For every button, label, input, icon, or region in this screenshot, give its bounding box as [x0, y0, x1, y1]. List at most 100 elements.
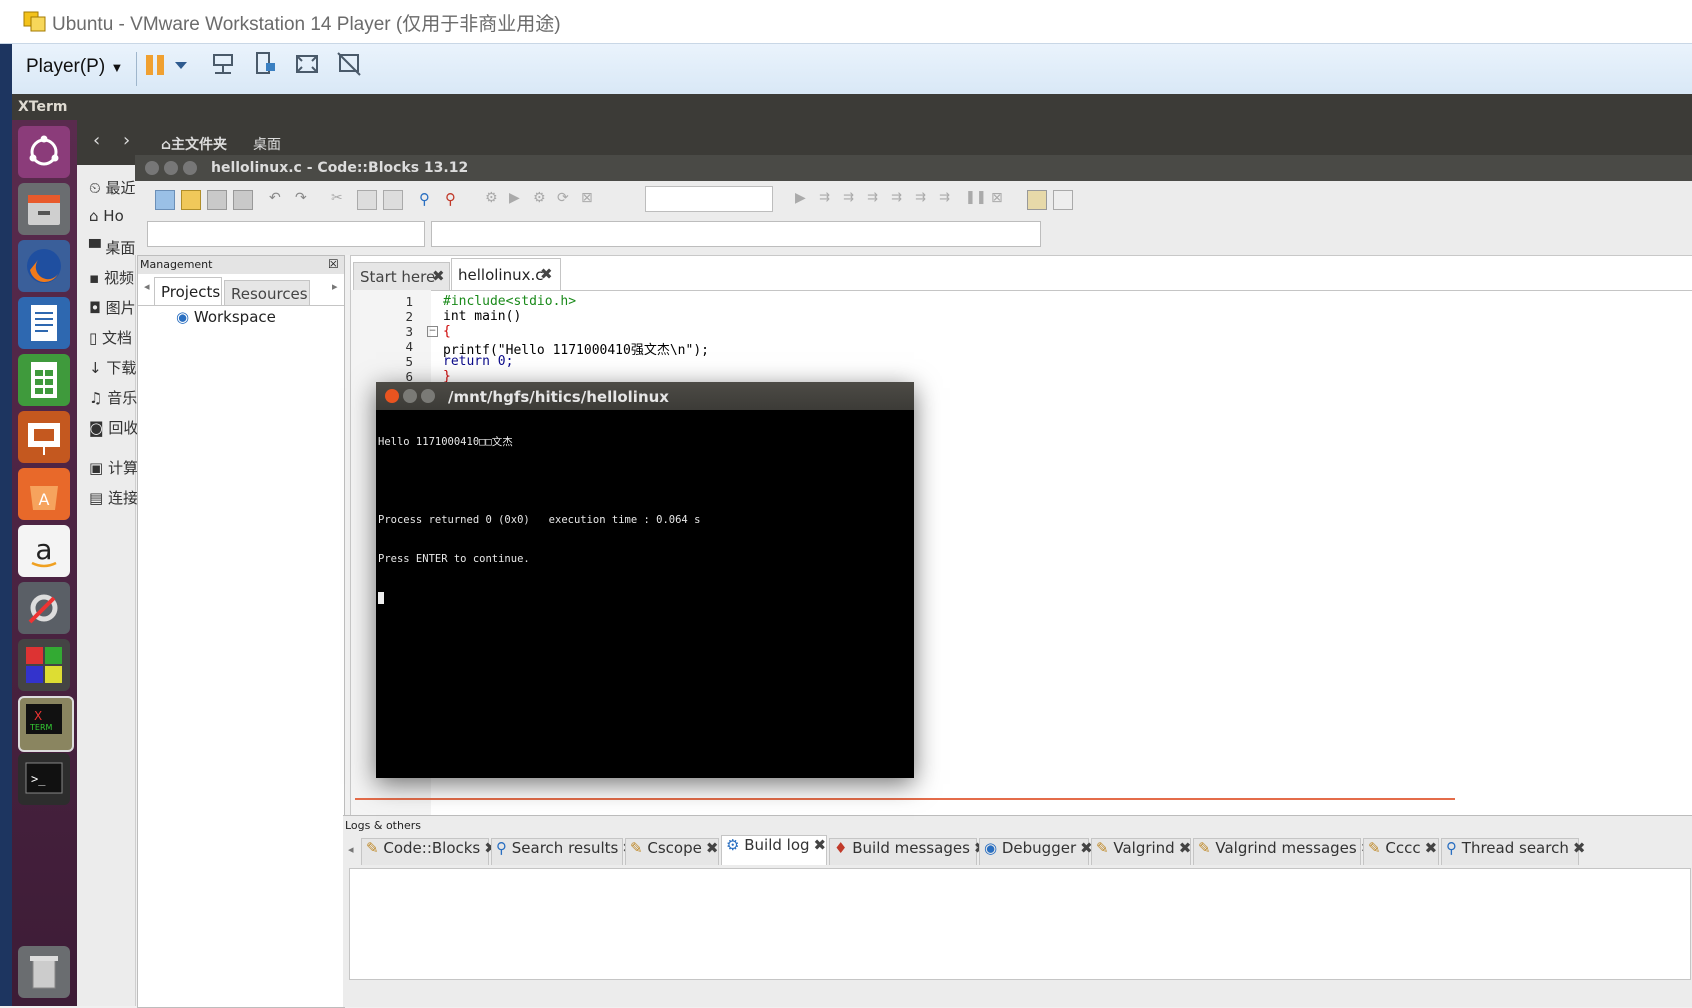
tab-valgrind-messages[interactable]: ✎ Valgrind messages✖ — [1193, 838, 1373, 865]
tab-build-log[interactable]: ⚙ Build log ✖ — [721, 835, 827, 865]
pause-icon[interactable] — [140, 50, 170, 80]
amazon-icon[interactable]: a — [18, 525, 70, 577]
close-button[interactable] — [145, 161, 159, 175]
sidebar-item-pictures[interactable]: ◘ 图片 — [89, 297, 136, 318]
debug-next-instruction-icon[interactable]: ⇉ — [915, 190, 933, 208]
code-line[interactable]: #include<stdio.h> — [443, 294, 576, 309]
tab-start-here[interactable]: Start here ✖ — [353, 262, 450, 291]
close-button[interactable] — [385, 389, 399, 403]
build-run-icon[interactable]: ⚙ — [533, 190, 551, 208]
minimize-button[interactable] — [403, 389, 417, 403]
tab-thread-search[interactable]: ⚲ Thread search ✖ — [1441, 838, 1585, 865]
close-icon[interactable]: ✖ — [1179, 839, 1192, 857]
removable-devices-icon[interactable] — [250, 49, 280, 79]
ubuntu-dash-icon[interactable] — [18, 126, 70, 178]
new-file-icon[interactable] — [155, 190, 175, 210]
debug-step-instruction-icon[interactable]: ⇉ — [939, 190, 957, 208]
find-icon[interactable]: ⚲ — [419, 190, 437, 208]
path-home[interactable]: ⌂主文件夹 — [161, 134, 227, 154]
debug-pause-icon[interactable]: ❚❚ — [965, 190, 987, 208]
close-icon[interactable]: ✖ — [1573, 839, 1586, 857]
calc-icon[interactable] — [18, 354, 70, 406]
tabs-scroll-right-icon[interactable]: ▸ — [332, 280, 338, 293]
tab-search-results[interactable]: ⚲ Search results✖ — [491, 838, 635, 865]
close-icon[interactable]: ✖ — [814, 836, 827, 854]
rebuild-icon[interactable]: ⟳ — [557, 190, 575, 208]
close-icon[interactable]: ✖ — [540, 265, 553, 283]
cut-icon[interactable]: ✂ — [331, 190, 349, 208]
sidebar-item-home[interactable]: ⌂ Ho — [89, 207, 124, 225]
maximize-button[interactable] — [421, 389, 435, 403]
player-menu[interactable]: Player(P) ▼ — [26, 56, 123, 78]
function-select[interactable] — [431, 221, 1041, 247]
tabs-scroll-left-icon[interactable]: ◂ — [348, 843, 354, 856]
fullscreen-icon[interactable] — [292, 49, 322, 79]
firefox-icon[interactable] — [18, 240, 70, 292]
build-target-select[interactable] — [645, 186, 773, 212]
maximize-button[interactable] — [183, 161, 197, 175]
undo-icon[interactable]: ↶ — [269, 190, 287, 208]
close-icon[interactable]: ✖ — [432, 267, 445, 285]
debug-start-icon[interactable]: ▶ — [795, 190, 813, 208]
pause-dropdown-icon[interactable] — [172, 50, 190, 80]
sidebar-item-documents[interactable]: ▯ 文档 — [89, 327, 132, 348]
debug-stop-icon[interactable]: ⊠ — [991, 190, 1009, 208]
impress-icon[interactable] — [18, 411, 70, 463]
tab-projects[interactable]: Projects — [154, 277, 222, 306]
system-settings-icon[interactable] — [18, 582, 70, 634]
debug-info-icon[interactable] — [1053, 190, 1073, 210]
close-icon[interactable]: ✖ — [706, 839, 719, 857]
scope-select[interactable] — [147, 221, 425, 247]
debug-windows-icon[interactable] — [1027, 190, 1047, 210]
xterm-icon[interactable]: X TERM — [18, 696, 74, 752]
close-icon[interactable]: ✖ — [1425, 839, 1438, 857]
minimize-button[interactable] — [164, 161, 178, 175]
abort-icon[interactable]: ⊠ — [581, 190, 599, 208]
redo-icon[interactable]: ↷ — [295, 190, 313, 208]
tab-cscope[interactable]: ✎ Cscope ✖ — [625, 838, 719, 865]
sidebar-item-videos[interactable]: ▪ 视频 — [89, 267, 134, 288]
code-line[interactable]: return 0; — [443, 354, 513, 369]
replace-icon[interactable]: ⚲ — [445, 190, 463, 208]
code-line[interactable]: { — [443, 324, 451, 339]
sidebar-item-computer[interactable]: ▣ 计算 — [89, 457, 138, 478]
close-icon[interactable]: ☒ — [328, 257, 339, 271]
files-icon[interactable] — [18, 183, 70, 235]
sidebar-item-network[interactable]: ▤ 连接 — [89, 487, 138, 508]
tab-valgrind[interactable]: ✎ Valgrind ✖ — [1091, 838, 1191, 865]
debug-step-out-icon[interactable]: ⇉ — [891, 190, 909, 208]
paste-icon[interactable] — [383, 190, 403, 210]
trash-icon[interactable] — [18, 946, 70, 998]
software-center-icon[interactable]: A — [18, 468, 70, 520]
save-all-icon[interactable] — [233, 190, 253, 210]
sidebar-item-desktop[interactable]: ▀ 桌面 — [89, 237, 135, 258]
path-desktop[interactable]: 桌面 — [253, 134, 281, 154]
tab-codeblocks-log[interactable]: ✎ Code::Blocks✖ — [361, 838, 497, 865]
tab-cccc[interactable]: ✎ Cccc ✖ — [1363, 838, 1439, 865]
tab-build-messages[interactable]: ♦ Build messages✖ — [829, 838, 986, 865]
unity-icon[interactable] — [334, 49, 364, 79]
back-icon[interactable]: ‹ — [93, 130, 100, 151]
copy-icon[interactable] — [357, 190, 377, 210]
debug-step-into-icon[interactable]: ⇉ — [867, 190, 885, 208]
sidebar-item-recent[interactable]: ⏲ 最近 — [89, 177, 135, 198]
fold-marker-icon[interactable]: − — [427, 326, 438, 337]
workspace-tree-item[interactable]: ◉ Workspace — [176, 308, 276, 326]
terminal-output[interactable]: Hello 1171000410□□文杰 Process returned 0 … — [378, 410, 912, 776]
code-line[interactable]: int main() — [443, 309, 521, 324]
save-icon[interactable] — [207, 190, 227, 210]
terminal-icon[interactable]: >_ — [18, 753, 70, 805]
forward-icon[interactable]: › — [123, 130, 130, 151]
sidebar-item-trash[interactable]: ◙ 回收 — [89, 417, 138, 438]
run-icon[interactable]: ▶ — [509, 190, 527, 208]
tab-debugger[interactable]: ◉ Debugger ✖ — [979, 838, 1093, 865]
debug-run-to-cursor-icon[interactable]: ⇉ — [819, 190, 837, 208]
writer-icon[interactable] — [18, 297, 70, 349]
tabs-scroll-left-icon[interactable]: ◂ — [144, 280, 150, 293]
workspace-switcher-icon[interactable] — [18, 639, 70, 691]
tab-hellolinux-c[interactable]: hellolinux.c ✖ — [451, 258, 561, 291]
tab-resources[interactable]: Resources — [224, 280, 310, 306]
sidebar-item-music[interactable]: ♫ 音乐 — [89, 387, 137, 408]
debug-next-line-icon[interactable]: ⇉ — [843, 190, 861, 208]
build-log-output[interactable] — [349, 868, 1691, 980]
